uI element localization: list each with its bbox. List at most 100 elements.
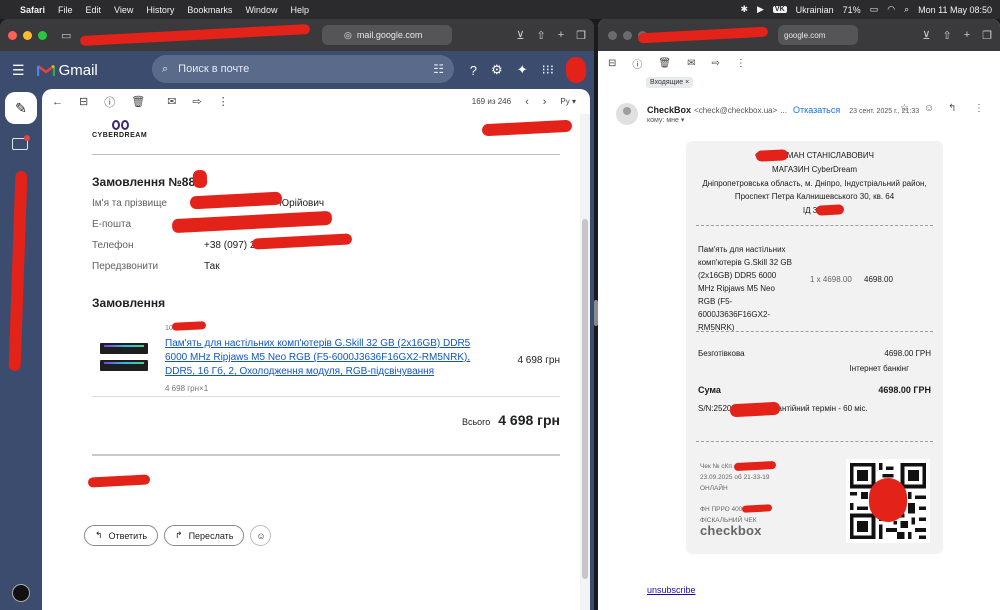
menu-file[interactable]: File [58,5,73,15]
gmail-m-icon [36,64,55,76]
search-icon[interactable]: ⌕ [162,63,168,76]
receipt-id: ІД 333 [802,206,827,215]
more-options-icon[interactable]: ⋮ [736,58,746,69]
divider [92,154,560,155]
product-image[interactable] [100,343,148,375]
menu-safari[interactable]: Safari [20,5,45,15]
emoji-icon[interactable]: ☺ [924,103,934,114]
menu-bookmarks[interactable]: Bookmarks [187,5,232,15]
forward-button[interactable]: ↱ Переслать [164,525,245,546]
minimize-window-button[interactable] [23,30,32,40]
menu-window[interactable]: Window [245,5,277,15]
new-tab-icon[interactable]: + [558,29,564,41]
move-to-icon[interactable]: ⇨ [711,58,719,69]
share-icon[interactable]: ⇧ [536,29,545,42]
zoom-window-button[interactable] [38,30,47,40]
menu-help[interactable]: Help [290,5,309,15]
menu-edit[interactable]: Edit [86,5,102,15]
spam-icon[interactable]: ⓘ [632,56,642,71]
help-icon[interactable]: ? [470,63,477,78]
download-icon[interactable]: ⊻ [516,29,524,42]
account-switch-icon[interactable] [12,584,30,602]
compose-button[interactable]: ✎ [5,92,37,124]
gmail-logo[interactable]: Gmail [36,61,98,79]
more-options-icon[interactable]: ⋮ [218,95,229,108]
close-window-button[interactable] [608,30,617,40]
tab-overview-icon[interactable]: ❐ [982,29,992,42]
unsubscribe-button[interactable]: Отказаться [793,105,840,115]
download-icon[interactable]: ⊻ [922,29,930,42]
tab-overview-icon[interactable]: ❐ [576,29,586,42]
product-link[interactable]: Пам'ять для настільних комп'ютерів G.Ski… [165,337,493,379]
payment-method: Інтернет банкінг [849,364,909,373]
address-bar[interactable]: google.com [778,25,858,45]
receipt-shop: МАГАЗИН CyberDream [772,165,857,174]
close-window-button[interactable] [8,30,17,40]
message-toolbar: ← ⊟ ⓘ 🗑 ✉ ⇨ ⋮ 169 из 246 ‹ › Ру ▾ [42,89,590,114]
mark-unread-icon[interactable]: ✉ [687,58,695,69]
menu-history[interactable]: History [146,5,174,15]
older-chevron-icon[interactable]: ‹ [525,96,529,108]
emoji-reaction-button[interactable]: ☺ [250,525,272,546]
gmail-wordmark: Gmail [58,61,98,79]
reply-label: Ответить [108,530,148,541]
search-options-icon[interactable]: ☷ [433,62,444,76]
sidebar-toggle-icon[interactable]: ▭ [61,29,71,42]
keyboard-layout[interactable]: Ukrainian [796,5,834,15]
menu-view[interactable]: View [114,5,133,15]
reply-button[interactable]: ↰ Ответить [84,525,159,546]
delete-icon[interactable]: 🗑 [658,58,671,69]
language-select[interactable]: Ру ▾ [560,97,576,106]
back-arrow-icon[interactable]: ← [52,96,63,108]
minimize-window-button[interactable] [623,30,632,40]
dashed-divider [696,225,933,226]
wifi-icon[interactable]: ◠ [887,4,895,15]
receipt-owner: ФОП РОМАН СТАНІСЛАВОВИЧ [755,151,874,160]
star-icon[interactable]: ☆ [900,103,909,114]
check-date: 23.09.2025 об 21-33-19 [700,474,770,481]
callback-label: Передзвонити [92,261,159,272]
label-chip[interactable]: Входящие × [646,77,694,88]
share-icon[interactable]: ⇧ [942,29,951,42]
mail-search[interactable]: ⌕ Поиск в почте ☷ [152,55,454,83]
redaction-mark [192,169,208,189]
unsubscribe-link[interactable]: unsubscribe [647,585,696,595]
mark-unread-icon[interactable]: ✉ [167,95,176,108]
reply-icon[interactable]: ↰ [948,103,956,114]
recipient-line[interactable]: кому: мне ▾ [647,116,684,124]
scrollbar-thumb[interactable] [582,219,588,579]
globe-icon: ◎ [344,29,352,40]
receipt-item-sum: 4698.00 [864,275,893,284]
menu-bar: Safari File Edit View History Bookmarks … [0,0,1000,19]
spam-icon[interactable]: ⓘ [104,94,115,110]
status-area: ✱ ▶ VK Ukrainian 71% ▭ ◠ ⌕ Mon 11 May 08… [740,0,992,19]
main-menu-icon[interactable]: ☰ [12,62,25,79]
gemini-icon[interactable]: ✦ [517,62,528,78]
address-bar[interactable]: ◎ mail.google.com [322,25,452,45]
settings-icon[interactable]: ⚙ [491,62,503,78]
play-icon[interactable]: ▶ [757,4,764,15]
gmail-left-rail: ✎ [0,89,42,610]
more-options-icon[interactable]: ⋮ [974,103,984,114]
redaction-mark [741,504,773,513]
name-value: Юрійович [279,198,325,209]
search-icon[interactable]: ⌕ [904,4,909,15]
move-to-icon[interactable]: ⇨ [192,95,201,108]
new-tab-icon[interactable]: + [964,29,970,41]
newer-chevron-icon[interactable]: › [543,96,547,108]
apps-icon[interactable]: ⁝⁝⁝ [542,62,554,78]
unread-dot [24,135,30,141]
keyboard-badge[interactable]: VK [772,6,787,13]
fn-number: ФН ПРРО 4000 [700,506,746,513]
payment-label: Безготівкова [698,349,745,358]
delete-icon[interactable]: 🗑 [131,95,145,108]
clock[interactable]: Mon 11 May 08:50 [918,5,992,15]
bluetooth-icon[interactable]: ✱ [740,4,748,15]
close-icon[interactable]: × [685,79,689,86]
receipt-item-name: Пам'ять для настільних комп'ютерів G.Ski… [698,245,792,332]
pagination: 169 из 246 ‹ › Ру ▾ [472,89,576,114]
battery-icon[interactable]: ▭ [870,4,879,15]
avatar[interactable] [616,103,638,125]
archive-icon[interactable]: ⊟ [608,58,616,69]
archive-icon[interactable]: ⊟ [79,95,88,108]
